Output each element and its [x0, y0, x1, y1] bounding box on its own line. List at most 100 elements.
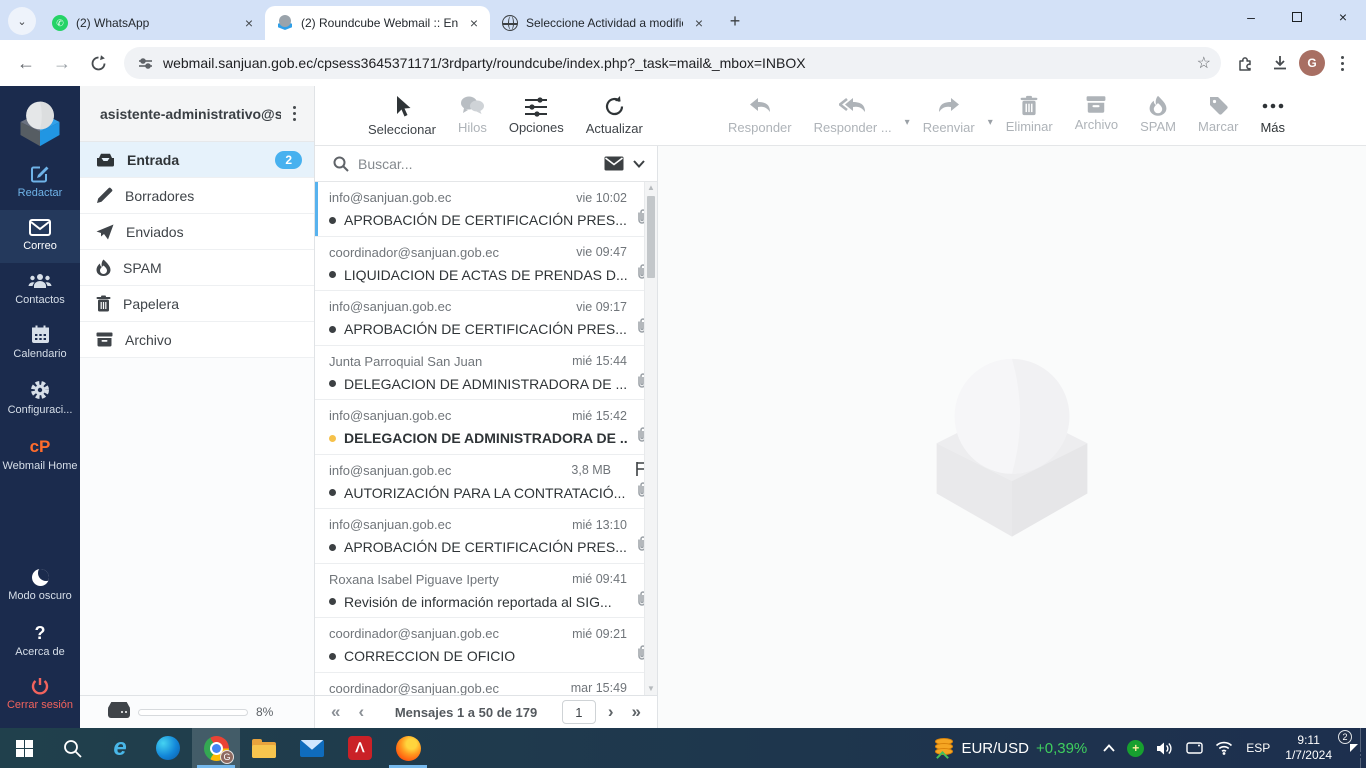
- taskbar-acrobat-button[interactable]: ꓥ: [336, 728, 384, 768]
- forward-caret[interactable]: ▾: [986, 117, 995, 128]
- reply-all-button[interactable]: Responder ...: [803, 95, 903, 135]
- message-row[interactable]: coordinador@sanjuan.gob.ec vie 09:47 LIQU…: [315, 237, 657, 291]
- read-status-dot[interactable]: [329, 598, 336, 605]
- search-input[interactable]: [358, 155, 595, 172]
- currency-ticker[interactable]: EUR/USD +0,39%: [924, 738, 1097, 758]
- taskbar-clock[interactable]: 9:11 1/7/2024: [1277, 733, 1340, 763]
- network-button[interactable]: [1209, 741, 1239, 755]
- tab-search-button[interactable]: ⌄: [8, 7, 36, 35]
- taskbar-explorer-button[interactable]: [240, 728, 288, 768]
- tab-roundcube[interactable]: (2) Roundcube Webmail :: Entra ×: [265, 6, 490, 40]
- spam-button[interactable]: SPAM: [1129, 95, 1187, 135]
- read-status-dot[interactable]: [329, 325, 336, 333]
- forward-button[interactable]: →: [46, 47, 78, 79]
- refresh-button[interactable]: Actualizar: [575, 95, 654, 137]
- bookmark-star-icon[interactable]: ☆: [1197, 53, 1211, 73]
- tray-app-button[interactable]: +: [1121, 739, 1150, 757]
- touchpad-button[interactable]: [1180, 741, 1209, 755]
- tab-close-icon[interactable]: ×: [241, 15, 257, 31]
- read-status-dot[interactable]: [329, 271, 336, 278]
- restore-button[interactable]: [1274, 0, 1320, 34]
- sidebar-item-configuracion[interactable]: Configuraci...: [0, 371, 80, 427]
- tab-close-icon[interactable]: ×: [691, 15, 707, 31]
- list-scrollbar[interactable]: ▲ ▼: [644, 182, 657, 695]
- first-page-button[interactable]: «: [325, 702, 346, 722]
- sidebar-item-calendario[interactable]: Calendario: [0, 316, 80, 371]
- read-status-dot[interactable]: [329, 380, 336, 387]
- folder-borradores[interactable]: Borradores: [80, 178, 314, 214]
- select-button[interactable]: Seleccionar: [357, 95, 447, 137]
- minimize-button[interactable]: –: [1228, 0, 1274, 34]
- read-status-dot[interactable]: [329, 543, 336, 551]
- archive-button[interactable]: Archivo: [1064, 95, 1129, 135]
- folder-enviados[interactable]: Enviados: [80, 214, 314, 250]
- close-button[interactable]: ×: [1320, 0, 1366, 34]
- read-status-dot[interactable]: [329, 652, 336, 660]
- sidebar-item-redactar[interactable]: Redactar: [0, 154, 80, 210]
- search-scope-envelope-icon[interactable]: [604, 156, 624, 171]
- account-header[interactable]: asistente-administrativo@sa...: [80, 86, 314, 142]
- message-row[interactable]: Roxana Isabel Piguave Iperty mié 09:41 Re…: [315, 564, 657, 618]
- reply-all-caret[interactable]: ▾: [903, 117, 912, 128]
- address-bar[interactable]: webmail.sanjuan.gob.ec/cpsess3645371171/…: [124, 47, 1221, 79]
- threads-button[interactable]: Hilos: [447, 95, 498, 137]
- profile-avatar[interactable]: G: [1299, 50, 1325, 76]
- prev-page-button[interactable]: ‹: [352, 702, 370, 722]
- more-button[interactable]: Más: [1249, 95, 1296, 135]
- scroll-up-arrow[interactable]: ▲: [645, 182, 657, 194]
- message-row[interactable]: Junta Parroquial San Juan mié 15:44 DELEG…: [315, 346, 657, 400]
- folder-spam[interactable]: SPAM: [80, 250, 314, 286]
- taskbar-search-button[interactable]: [48, 728, 96, 768]
- reply-button[interactable]: Responder: [717, 95, 803, 135]
- next-page-button[interactable]: ›: [602, 702, 620, 722]
- sidebar-item-webmail-home[interactable]: cP Webmail Home: [0, 427, 80, 483]
- mark-button[interactable]: Marcar: [1187, 95, 1249, 135]
- page-number-input[interactable]: [561, 700, 596, 724]
- new-tab-button[interactable]: +: [721, 7, 749, 35]
- taskbar-firefox-button[interactable]: [384, 728, 432, 768]
- start-button[interactable]: [0, 728, 48, 768]
- last-page-button[interactable]: »: [626, 702, 647, 722]
- scrollbar-thumb[interactable]: [647, 196, 655, 278]
- browser-menu-button[interactable]: [1329, 52, 1356, 75]
- language-indicator[interactable]: ESP: [1239, 741, 1277, 755]
- taskbar-edge-button[interactable]: [144, 728, 192, 768]
- extensions-button[interactable]: [1231, 48, 1261, 78]
- volume-button[interactable]: [1150, 741, 1180, 756]
- message-row[interactable]: coordinador@sanjuan.gob.ec mié 09:21 CORR…: [315, 618, 657, 673]
- folder-archivo[interactable]: Archivo: [80, 322, 314, 358]
- sidebar-item-cerrar-sesion[interactable]: Cerrar sesión: [0, 668, 80, 722]
- sidebar-item-correo[interactable]: Correo: [0, 209, 80, 263]
- reload-button[interactable]: [82, 47, 114, 79]
- search-options-chevron-icon[interactable]: [633, 159, 645, 168]
- message-row[interactable]: info@sanjuan.gob.ec vie 10:02 APROBACIÓN …: [315, 182, 657, 237]
- taskbar-ie-button[interactable]: e: [96, 728, 144, 768]
- taskbar-chrome-button[interactable]: G: [192, 728, 240, 768]
- sidebar-item-modo-oscuro[interactable]: Modo oscuro: [0, 560, 80, 613]
- read-status-dot[interactable]: [329, 489, 336, 496]
- tab-actividad[interactable]: Seleccione Actividad a modific ×: [490, 6, 715, 40]
- sidebar-item-contactos[interactable]: Contactos: [0, 263, 80, 317]
- folder-papelera[interactable]: Papelera: [80, 286, 314, 322]
- sidebar-item-acerca-de[interactable]: ? Acerca de: [0, 613, 80, 669]
- message-row[interactable]: coordinador@sanjuan.gob.ec mar 15:49: [315, 673, 657, 696]
- options-button[interactable]: Opciones: [498, 95, 575, 137]
- forward-button-mail[interactable]: Reenviar: [912, 95, 986, 135]
- taskbar-mail-button[interactable]: [288, 728, 336, 768]
- tray-expand-button[interactable]: [1097, 744, 1121, 752]
- message-row[interactable]: info@sanjuan.gob.ec 3,8 MB AUTORIZACIÓN P…: [315, 455, 657, 509]
- delete-button[interactable]: Eliminar: [995, 95, 1064, 135]
- message-row[interactable]: info@sanjuan.gob.ec mié 13:10 APROBACIÓN …: [315, 509, 657, 564]
- account-menu-button[interactable]: [281, 102, 308, 125]
- back-button[interactable]: ←: [10, 47, 42, 79]
- scroll-down-arrow[interactable]: ▼: [645, 683, 657, 695]
- read-status-dot[interactable]: [329, 216, 336, 224]
- tab-whatsapp[interactable]: ✆ (2) WhatsApp ×: [40, 6, 265, 40]
- show-desktop-button[interactable]: [1360, 728, 1366, 768]
- folder-entrada[interactable]: Entrada 2: [80, 142, 314, 178]
- downloads-button[interactable]: [1265, 48, 1295, 78]
- message-row[interactable]: info@sanjuan.gob.ec vie 09:17 APROBACIÓN …: [315, 291, 657, 346]
- tab-close-icon[interactable]: ×: [466, 15, 482, 31]
- unread-status-dot[interactable]: [329, 434, 336, 442]
- message-row[interactable]: info@sanjuan.gob.ec mié 15:42 DELEGACION …: [315, 400, 657, 455]
